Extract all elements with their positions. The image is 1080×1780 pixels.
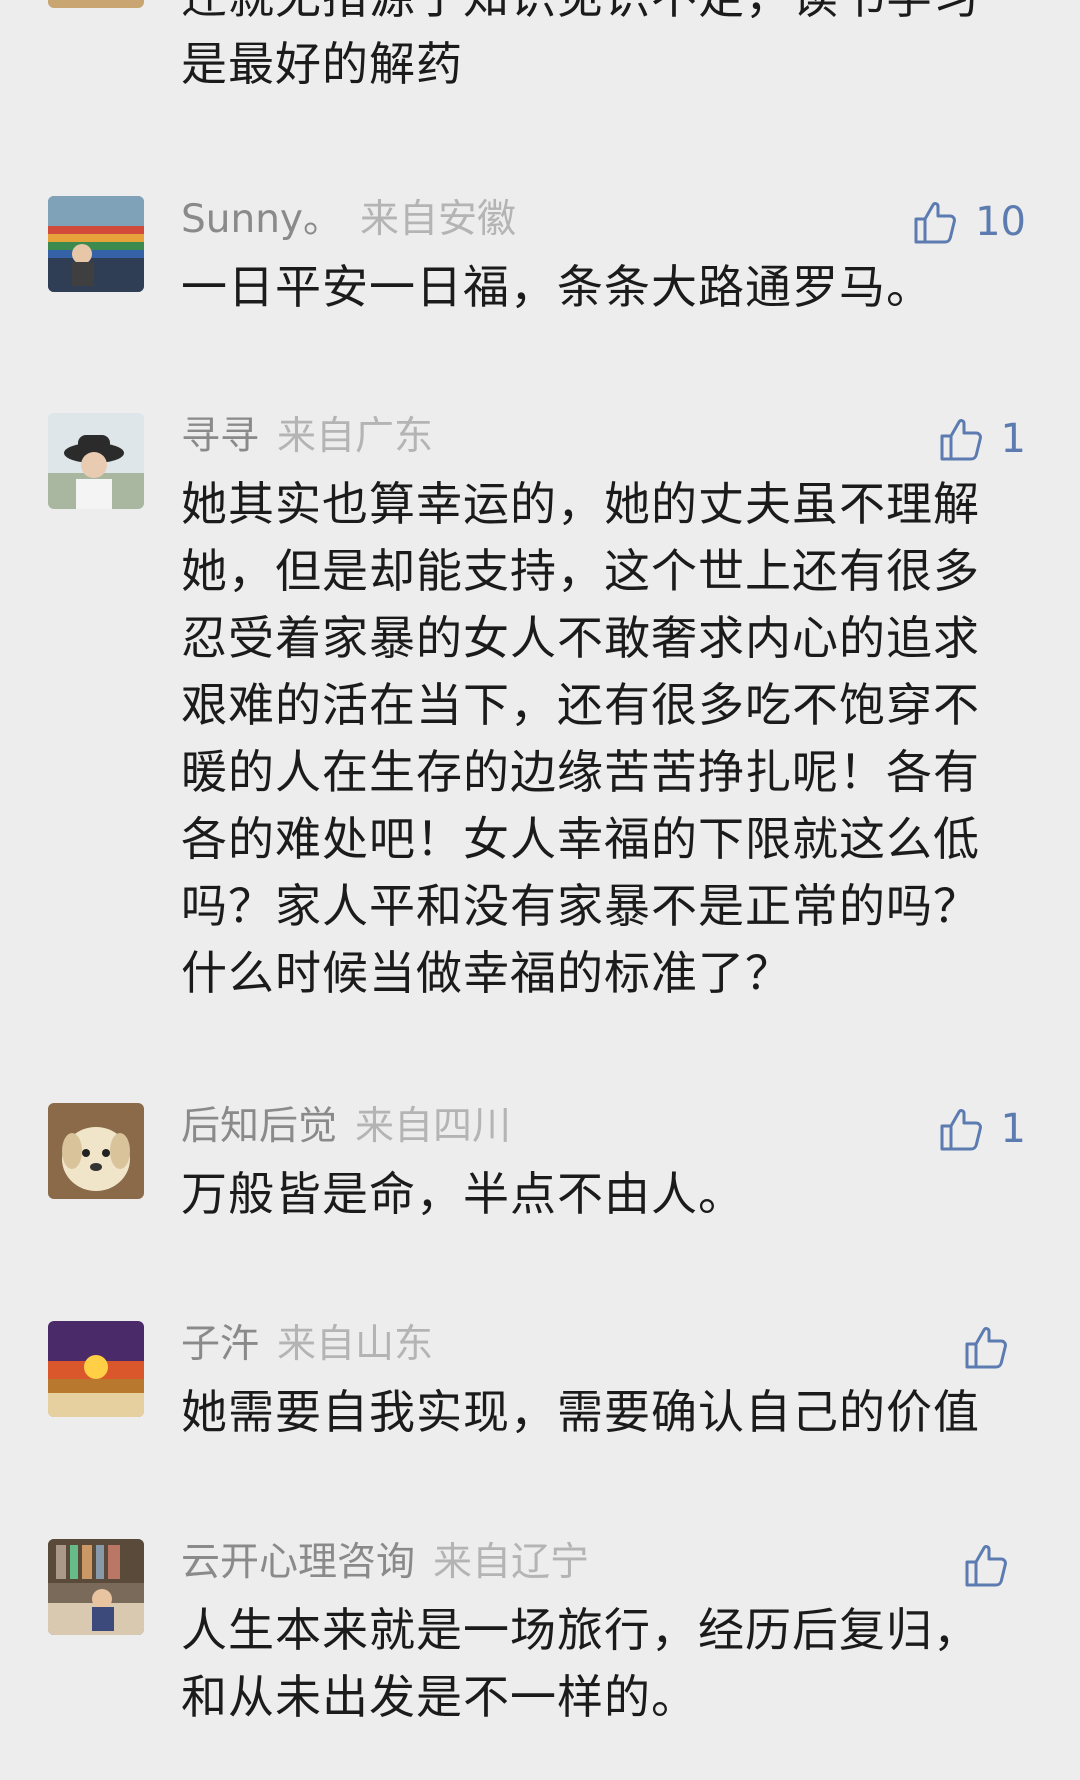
avatar[interactable] bbox=[48, 196, 144, 292]
comment-list: 迁就无措源于知识见识不足，读书学习 是最好的解药 Sunny。来自安徽 bbox=[0, 0, 1080, 1780]
comment-meta: 后知后觉 来自四川 bbox=[181, 1103, 511, 1151]
comment-text: 万般皆是命，半点不由人。 bbox=[181, 1167, 745, 1221]
comment-meta: 云开心理咨询 来自辽宁 bbox=[181, 1539, 589, 1587]
like-button[interactable]: 10 bbox=[911, 196, 1026, 248]
location: 来自四川 bbox=[355, 1104, 512, 1149]
location: 来自山东 bbox=[277, 1322, 434, 1367]
avatar[interactable] bbox=[48, 1103, 144, 1199]
like-button[interactable]: 1 bbox=[937, 413, 1026, 465]
like-button[interactable] bbox=[962, 1321, 1026, 1373]
location: 来自广东 bbox=[277, 414, 434, 459]
thumbs-up-icon bbox=[937, 415, 985, 463]
comment-text: 她需要自我实现，需要确认自己的价值 bbox=[181, 1385, 980, 1439]
nickname[interactable]: 云开心理咨询 bbox=[181, 1540, 415, 1585]
thumbs-up-icon bbox=[911, 198, 959, 246]
thumbs-up-icon bbox=[937, 1105, 985, 1153]
location: 来自辽宁 bbox=[433, 1540, 590, 1585]
nickname[interactable]: Sunny。 bbox=[181, 197, 342, 242]
like-count: 1 bbox=[1000, 416, 1026, 462]
comment-meta: Sunny。 来自安徽 bbox=[181, 196, 516, 244]
comment-meta: 子汻 来自山东 bbox=[181, 1321, 433, 1369]
comment-text: 迁就无措源于知识见识不足，读书学习 是最好的解药 bbox=[181, 0, 979, 91]
comment-meta: 寻寻 来自广东 bbox=[181, 413, 433, 461]
comment-text: 她其实也算幸运的，她的丈夫虽不理解 她，但是却能支持，这个世上还有很多 忍受着家… bbox=[181, 477, 980, 1000]
like-button[interactable] bbox=[962, 1539, 1026, 1591]
nickname[interactable]: 寻寻 bbox=[181, 414, 259, 459]
like-count: 10 bbox=[975, 199, 1026, 245]
avatar[interactable] bbox=[48, 413, 144, 509]
avatar[interactable] bbox=[48, 0, 144, 8]
avatar[interactable] bbox=[48, 1539, 144, 1635]
avatar[interactable] bbox=[48, 1321, 144, 1417]
like-count: 1 bbox=[1000, 1106, 1026, 1152]
comment-text: 人生本来就是一场旅行，经历后复归， 和从未出发是不一样的。 bbox=[181, 1603, 980, 1724]
thumbs-up-icon bbox=[962, 1541, 1010, 1589]
comment-text: 一日平安一日福，条条大路通罗马。 bbox=[181, 260, 933, 314]
like-button[interactable]: 1 bbox=[937, 1103, 1026, 1155]
thumbs-up-icon bbox=[962, 1323, 1010, 1371]
nickname[interactable]: 子汻 bbox=[181, 1322, 259, 1367]
nickname[interactable]: 后知后觉 bbox=[181, 1104, 337, 1149]
location: 来自安徽 bbox=[360, 197, 517, 242]
